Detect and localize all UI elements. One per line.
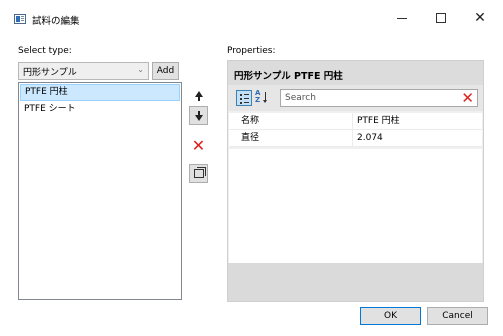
property-value[interactable]: 2.074 bbox=[353, 130, 482, 146]
property-search: ✕ bbox=[280, 89, 478, 107]
copy-icon bbox=[193, 167, 206, 178]
description-pane bbox=[228, 263, 483, 301]
property-toolbar: AZ ✕ bbox=[228, 85, 483, 111]
property-row[interactable]: 名称 PTFE 円柱 bbox=[229, 113, 482, 130]
type-list[interactable]: PTFE 円柱 PTFE シート bbox=[18, 82, 182, 300]
type-combo-value: 円形サンプル bbox=[23, 67, 77, 78]
maximize-button[interactable] bbox=[423, 6, 459, 30]
property-grid-empty-area bbox=[229, 149, 482, 263]
title-bar: 試料の編集 ✕ bbox=[0, 0, 503, 36]
select-type-label: Select type: bbox=[18, 46, 72, 56]
property-name: 名称 bbox=[229, 113, 353, 129]
arrow-up-icon bbox=[194, 90, 203, 101]
add-button[interactable]: Add bbox=[152, 62, 179, 80]
arrow-down-icon bbox=[194, 110, 203, 121]
alphabetical-sort-icon[interactable]: AZ bbox=[255, 90, 273, 106]
type-list-item[interactable]: PTFE シート bbox=[20, 102, 180, 119]
search-input[interactable] bbox=[285, 93, 445, 103]
properties-label: Properties: bbox=[227, 46, 276, 56]
copy-button[interactable] bbox=[189, 164, 208, 183]
type-combo[interactable]: 円形サンプル ⌄ bbox=[18, 62, 149, 80]
minimize-button[interactable] bbox=[384, 6, 420, 30]
move-down-button[interactable] bbox=[189, 106, 208, 125]
property-grid: 円形サンプル PTFE 円柱 AZ ✕ 名称 PTFE 円柱 直径 2.074 bbox=[227, 60, 484, 302]
property-rows: 名称 PTFE 円柱 直径 2.074 bbox=[229, 113, 482, 147]
cancel-button[interactable]: Cancel bbox=[427, 307, 488, 325]
delete-x-icon: ✕ bbox=[191, 135, 206, 155]
minimize-icon bbox=[397, 17, 407, 19]
property-value[interactable]: PTFE 円柱 bbox=[353, 113, 482, 129]
selected-object-title: 円形サンプル PTFE 円柱 bbox=[234, 71, 343, 82]
property-row[interactable]: 直径 2.074 bbox=[229, 130, 482, 147]
window-title: 試料の編集 bbox=[32, 16, 80, 27]
delete-button[interactable]: ✕ bbox=[189, 136, 208, 155]
chevron-down-icon: ⌄ bbox=[137, 65, 144, 74]
maximize-icon bbox=[436, 13, 446, 23]
property-name: 直径 bbox=[229, 130, 353, 146]
app-icon bbox=[14, 14, 26, 24]
close-button[interactable]: ✕ bbox=[462, 6, 498, 30]
ok-button[interactable]: OK bbox=[360, 307, 421, 325]
move-up-button[interactable] bbox=[189, 85, 208, 104]
close-icon: ✕ bbox=[474, 10, 486, 26]
type-list-item[interactable]: PTFE 円柱 bbox=[20, 84, 180, 101]
property-grid-header: 円形サンプル PTFE 円柱 bbox=[228, 61, 483, 85]
clear-search-icon[interactable]: ✕ bbox=[461, 89, 474, 107]
categorized-view-icon[interactable] bbox=[236, 90, 252, 106]
